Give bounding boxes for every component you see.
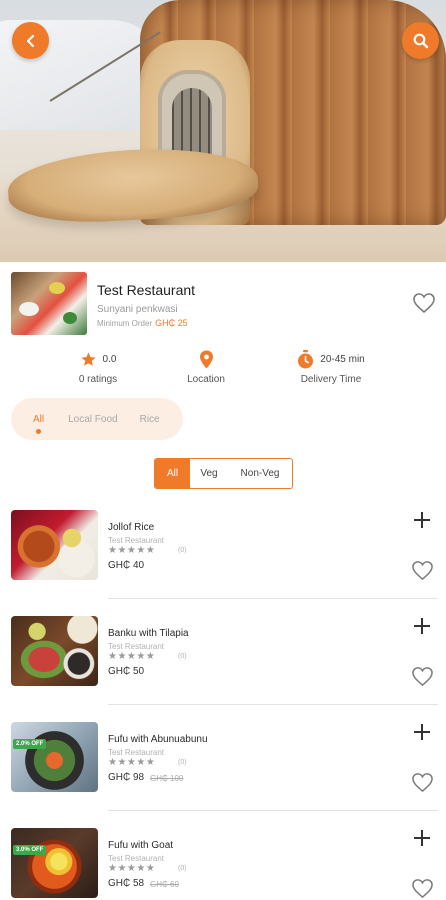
veg-filter-non-veg[interactable]: Non-Veg [228,459,292,488]
food-rating-count: (0) [178,759,187,766]
rating-value: 0.0 [102,353,117,365]
food-image [11,510,98,580]
menu-item[interactable]: Jollof Rice Test Restaurant ★★★★★ (0) GH… [0,510,446,616]
food-name: Fufu with Abunuabunu [108,734,208,745]
food-price: GH₵ 58 [108,878,145,889]
favorite-restaurant-heart-icon[interactable] [412,292,436,314]
favorite-heart-icon[interactable] [411,560,434,581]
veg-filter-all[interactable]: All [155,459,190,488]
food-price: GH₵ 40 [108,560,145,571]
food-rating-stars: ★★★★★ [108,757,156,768]
category-tab-local-food[interactable]: Local Food [68,414,117,425]
restaurant-name: Test Restaurant [97,282,196,298]
category-tab-all[interactable]: All [33,414,44,434]
food-restaurant: Test Restaurant [108,536,165,545]
delivery-time-stat: 20-45 min Delivery Time [276,349,386,385]
food-rating-count: (0) [178,865,187,872]
favorite-heart-icon[interactable] [411,772,434,793]
food-price: GH₵ 50 [108,666,145,677]
add-to-cart-plus-icon[interactable] [412,616,432,636]
add-to-cart-plus-icon[interactable] [412,510,432,530]
restaurant-thumbnail [11,272,87,335]
stopwatch-icon [298,349,314,368]
search-button[interactable] [402,22,439,59]
star-icon [80,351,96,366]
food-name: Fufu with Goat [108,840,174,851]
food-rating-stars: ★★★★★ [108,863,156,874]
minimum-order: Minimum Order GH₵ 25 [97,318,188,328]
food-image: 3.0% OFF [11,828,98,898]
food-price: GH₵ 98 [108,772,145,783]
rating-stat: 0.0 0 ratings [43,349,153,385]
add-to-cart-plus-icon[interactable] [412,722,432,742]
food-original-price: GH₵ 60 [150,880,179,889]
food-name: Jollof Rice [108,522,155,533]
item-divider [108,704,438,705]
food-rating-count: (0) [178,653,187,660]
food-name: Banku with Tilapia [108,628,189,639]
food-image [11,616,98,686]
location-label: Location [187,374,225,385]
delivery-time-value: 20-45 min [320,353,365,365]
discount-badge: 3.0% OFF [13,845,47,855]
food-rating-stars: ★★★★★ [108,651,156,662]
category-tab-rice[interactable]: Rice [140,414,160,425]
veg-filter-segmented-control: All Veg Non-Veg [154,458,293,489]
search-icon [413,33,428,48]
food-restaurant: Test Restaurant [108,642,165,651]
favorite-heart-icon[interactable] [411,878,434,899]
food-restaurant: Test Restaurant [108,854,165,863]
chevron-left-icon [26,34,34,47]
food-image: 2.0% OFF [11,722,98,792]
discount-badge: 2.0% OFF [13,739,47,749]
food-original-price: GH₵ 100 [150,774,184,783]
back-button[interactable] [12,22,49,59]
menu-item[interactable]: 2.0% OFF Fufu with Abunuabunu Test Resta… [0,722,446,828]
location-stat[interactable]: Location [151,349,261,385]
food-rating-stars: ★★★★★ [108,545,156,556]
hero-banner-image [0,0,446,262]
menu-item[interactable]: Banku with Tilapia Test Restaurant ★★★★★… [0,616,446,722]
rating-count-label: 0 ratings [78,374,118,385]
minimum-order-value: GH₵ 25 [155,318,188,328]
food-rating-count: (0) [178,547,187,554]
map-pin-icon [199,350,213,368]
delivery-time-label: Delivery Time [300,374,362,385]
category-tabs: All Local Food Rice [11,398,183,440]
food-restaurant: Test Restaurant [108,748,165,757]
restaurant-location: Sunyani penkwasi [97,304,178,315]
menu-item[interactable]: 3.0% OFF Fufu with Goat Test Restaurant … [0,828,446,900]
add-to-cart-plus-icon[interactable] [412,828,432,848]
item-divider [108,598,438,599]
item-divider [108,810,438,811]
minimum-order-label: Minimum Order [97,319,153,328]
favorite-heart-icon[interactable] [411,666,434,687]
veg-filter-veg[interactable]: Veg [190,459,228,488]
